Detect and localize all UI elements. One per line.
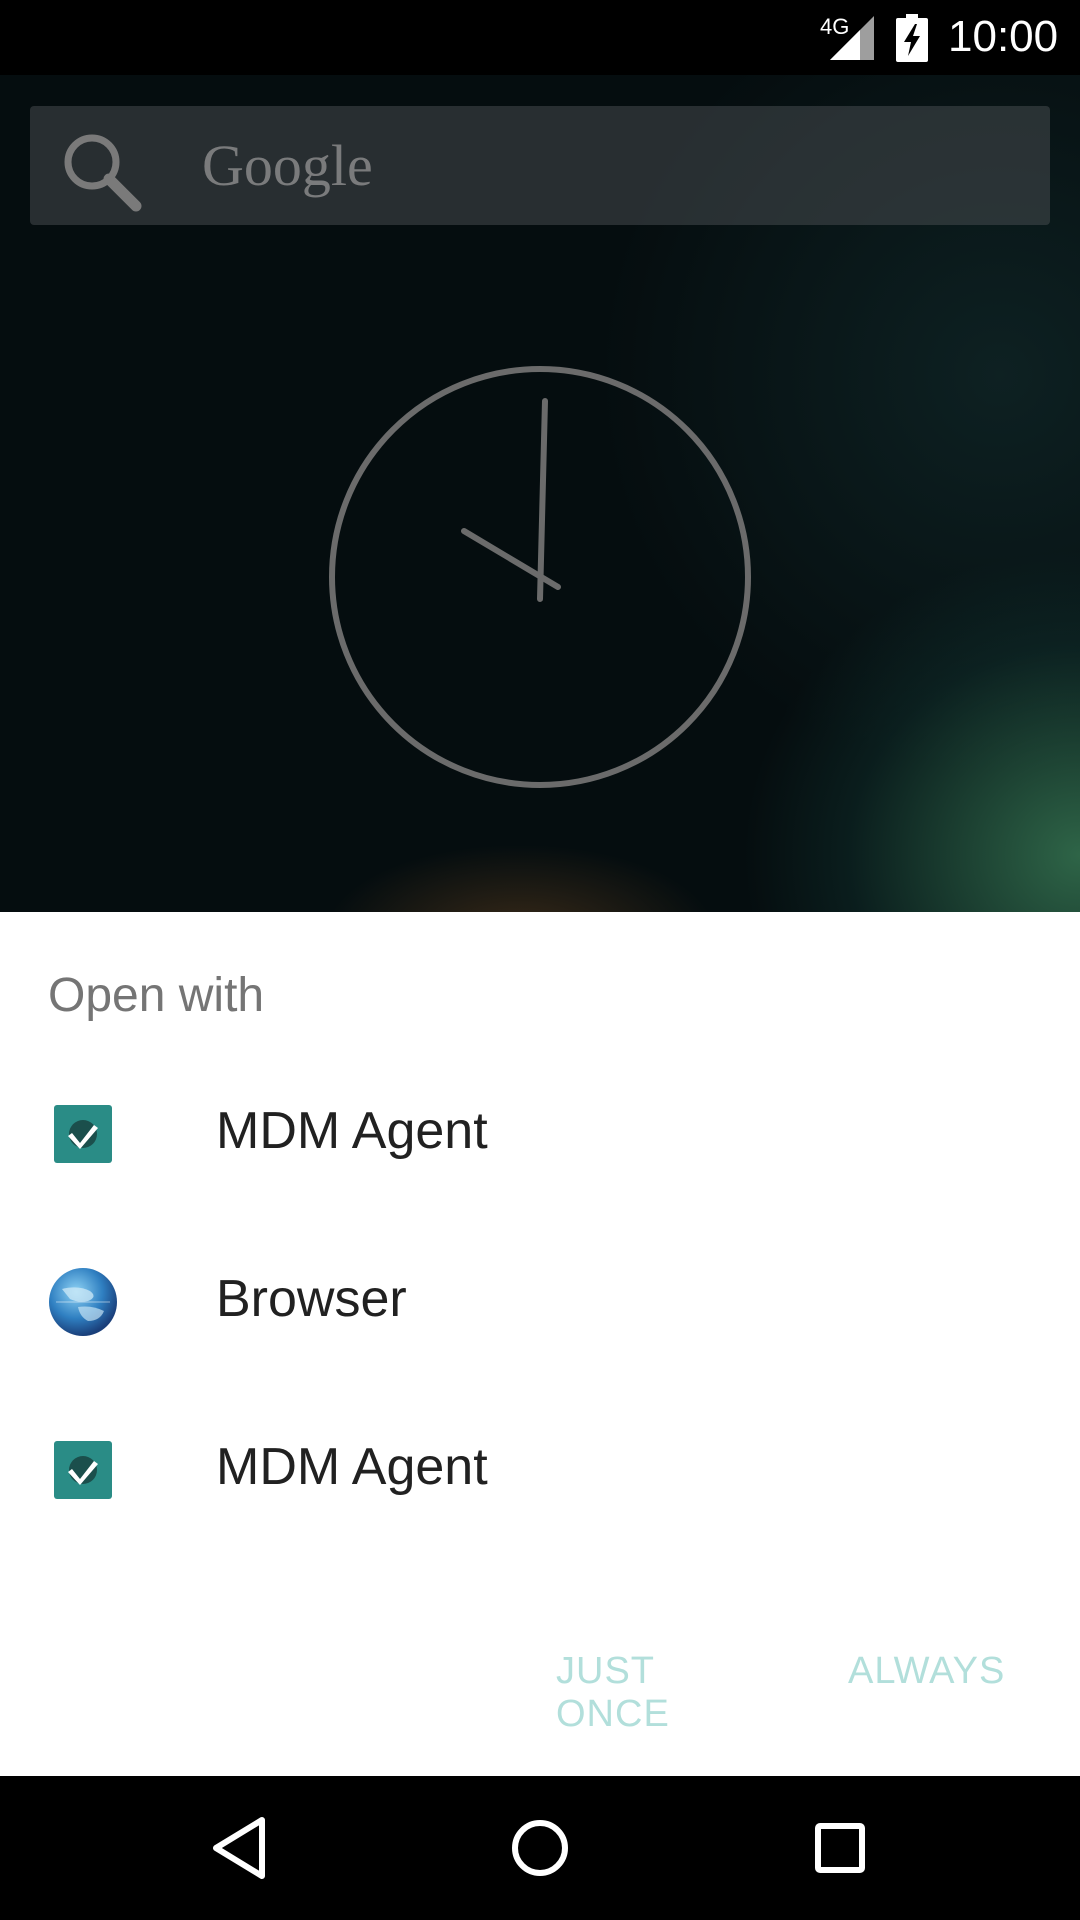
battery-charging-icon bbox=[896, 14, 928, 62]
home-screen-background: Google bbox=[0, 75, 1080, 912]
clock-minute-hand bbox=[537, 398, 548, 602]
dialog-title: Open with bbox=[48, 969, 265, 1022]
app-option-label: MDM Agent bbox=[216, 1438, 488, 1496]
status-clock: 10:00 bbox=[948, 12, 1059, 61]
app-option-mdm-agent[interactable]: MDM Agent bbox=[0, 1049, 1080, 1217]
search-placeholder: Google bbox=[202, 133, 373, 198]
screen: 4G 10:00 Google Open with MDM Agent Brow… bbox=[0, 0, 1080, 1920]
analog-clock-widget[interactable] bbox=[326, 363, 754, 791]
search-icon bbox=[64, 134, 142, 212]
always-button[interactable]: ALWAYS bbox=[848, 1650, 1005, 1693]
open-with-dialog: Open with MDM Agent Browser MDM Agent JU… bbox=[0, 912, 1080, 1776]
recents-icon[interactable] bbox=[804, 1812, 876, 1884]
mdm-agent-icon bbox=[54, 1441, 112, 1499]
back-icon[interactable] bbox=[204, 1812, 276, 1884]
cell-signal-icon bbox=[830, 16, 874, 60]
browser-globe-icon bbox=[49, 1268, 117, 1336]
app-option-browser[interactable]: Browser bbox=[0, 1217, 1080, 1385]
google-search-bar[interactable]: Google bbox=[30, 106, 1050, 225]
status-bar: 4G 10:00 bbox=[0, 0, 1080, 75]
app-option-label: Browser bbox=[216, 1270, 407, 1328]
just-once-button[interactable]: JUST ONCE bbox=[556, 1650, 670, 1736]
app-option-mdm-agent[interactable]: MDM Agent bbox=[0, 1385, 1080, 1553]
home-icon[interactable] bbox=[504, 1812, 576, 1884]
app-option-label: MDM Agent bbox=[216, 1102, 488, 1160]
navigation-bar bbox=[0, 1776, 1080, 1920]
mdm-agent-icon bbox=[54, 1105, 112, 1163]
